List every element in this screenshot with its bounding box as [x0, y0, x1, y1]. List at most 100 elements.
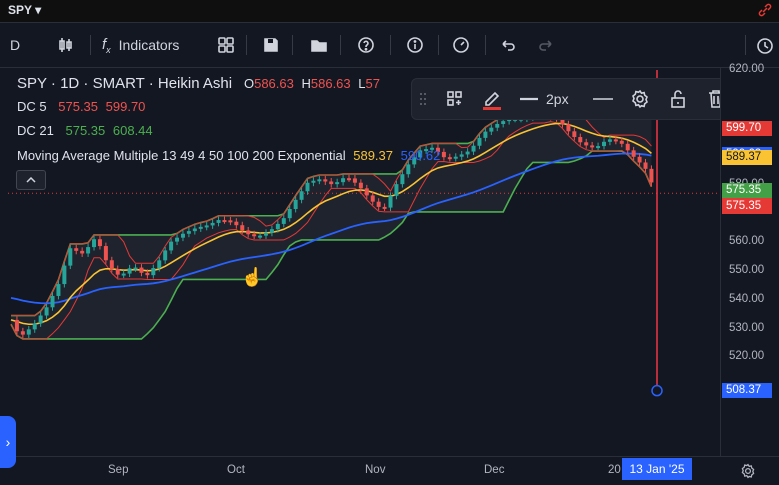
candle-body [311, 180, 316, 183]
low-label: L [358, 76, 366, 91]
candle-body [584, 142, 589, 146]
legend-collapse-button[interactable] [16, 170, 46, 190]
cursor-date-label: 13 Jan '25 [622, 458, 692, 480]
legend-dc21[interactable]: DC 21 575.35 608.44 [17, 123, 153, 138]
separator [340, 35, 341, 55]
candle-body [382, 206, 387, 209]
candle-body [228, 220, 233, 223]
candle-body [613, 139, 618, 142]
layouts-icon[interactable] [215, 31, 237, 59]
price-label: 575.35 [722, 182, 772, 198]
candle-body [175, 237, 180, 242]
candle-type-icon[interactable] [55, 31, 77, 59]
series-title: SPY · 1D · SMART · Heikin Ashi [17, 75, 233, 92]
dc5-upper: 599.70 [105, 99, 146, 114]
candle-body [596, 146, 601, 149]
fx-icon: fx [102, 35, 111, 55]
top-bar: SPY ▾ [0, 0, 779, 23]
dc21-fill [11, 111, 652, 339]
candle-body [619, 140, 624, 144]
candle-body [121, 273, 126, 276]
main-toolbar: D fx Indicators [0, 23, 779, 68]
candle-body [26, 329, 31, 335]
candle-body [281, 218, 286, 224]
candle-body [358, 182, 363, 189]
candle-body [637, 156, 642, 163]
axis-settings-icon[interactable] [740, 463, 756, 484]
unlock-icon[interactable] [667, 87, 689, 111]
candle-body [92, 239, 97, 248]
pencil-color-icon[interactable] [480, 87, 504, 111]
separator [246, 35, 247, 55]
low-value: 57 [365, 76, 380, 91]
candle-body [258, 235, 263, 238]
candle-body [163, 250, 168, 261]
line-width-button[interactable]: 2px [520, 87, 569, 111]
candle-body [625, 143, 630, 151]
measure-handle [651, 384, 663, 397]
interval-button[interactable]: D [10, 31, 20, 59]
candle-body [210, 222, 215, 226]
ohlc-values: O586.63 H586.63 L57 [244, 76, 380, 91]
candle-body [471, 145, 476, 152]
link-icon[interactable] [757, 2, 773, 18]
candle-body [246, 230, 251, 235]
add-template-icon[interactable] [444, 87, 466, 111]
separator [438, 35, 439, 55]
price-tick: 620.00 [729, 63, 765, 75]
candle-body [169, 241, 174, 251]
candle-body [145, 272, 150, 276]
undo-icon[interactable] [497, 31, 519, 59]
candle-body [275, 223, 280, 230]
price-tick: 560.00 [729, 235, 765, 248]
candle-body [50, 295, 55, 308]
candle-body [14, 319, 19, 332]
candle-body [590, 145, 595, 148]
price-tick: 520.00 [729, 350, 765, 363]
indicators-button[interactable]: fx Indicators [102, 31, 179, 59]
price-label: 575.35 [722, 198, 772, 214]
save-icon[interactable] [260, 31, 282, 59]
candle-body [643, 162, 648, 169]
price-tick: 540.00 [729, 292, 765, 305]
candle-body [252, 234, 257, 237]
candle-body [222, 220, 227, 223]
candle-body [32, 323, 37, 330]
line-style-icon[interactable] [592, 87, 614, 111]
candle-body [234, 221, 239, 226]
legend-dc5[interactable]: DC 5 575.35 599.70 [17, 99, 145, 114]
folder-icon[interactable] [308, 31, 330, 59]
candle-body [465, 151, 470, 155]
legend-ma[interactable]: Moving Average Multiple 13 49 4 50 100 2… [17, 148, 440, 163]
price-tick: 530.00 [729, 321, 765, 334]
candle-body [216, 220, 221, 223]
help-icon[interactable] [355, 31, 377, 59]
hand-cursor-icon: ☝ [241, 266, 263, 288]
candle-body [364, 188, 369, 196]
candle-body [20, 331, 25, 335]
candle-body [453, 156, 458, 159]
candle-body [447, 157, 452, 160]
info-icon[interactable] [404, 31, 426, 59]
side-panel-toggle[interactable]: › [0, 416, 16, 468]
candle-body [287, 208, 292, 219]
redo-icon[interactable] [535, 31, 557, 59]
candle-body [62, 265, 67, 285]
high-value: 586.63 [310, 76, 351, 91]
clock-icon[interactable] [450, 31, 472, 59]
candle-body [329, 181, 334, 185]
settings-icon[interactable] [629, 87, 651, 111]
dc5-lower: 575.35 [58, 99, 99, 114]
candle-body [388, 195, 393, 208]
candle-body [602, 141, 606, 147]
time-tick: 20 [608, 464, 621, 476]
settings-timer-icon[interactable] [753, 31, 775, 59]
candle-body [317, 179, 322, 182]
price-axis[interactable]: 620.00580.00560.00550.00540.00530.00520.… [720, 63, 779, 456]
time-tick: Sep [108, 464, 129, 476]
price-tick: 550.00 [729, 264, 765, 277]
time-axis[interactable]: Sep Oct Nov Dec 20 13 Jan '25 [0, 456, 779, 485]
symbol-selector[interactable]: SPY ▾ [8, 3, 41, 17]
candle-body [157, 260, 162, 269]
drag-handle-icon[interactable] [418, 87, 428, 111]
